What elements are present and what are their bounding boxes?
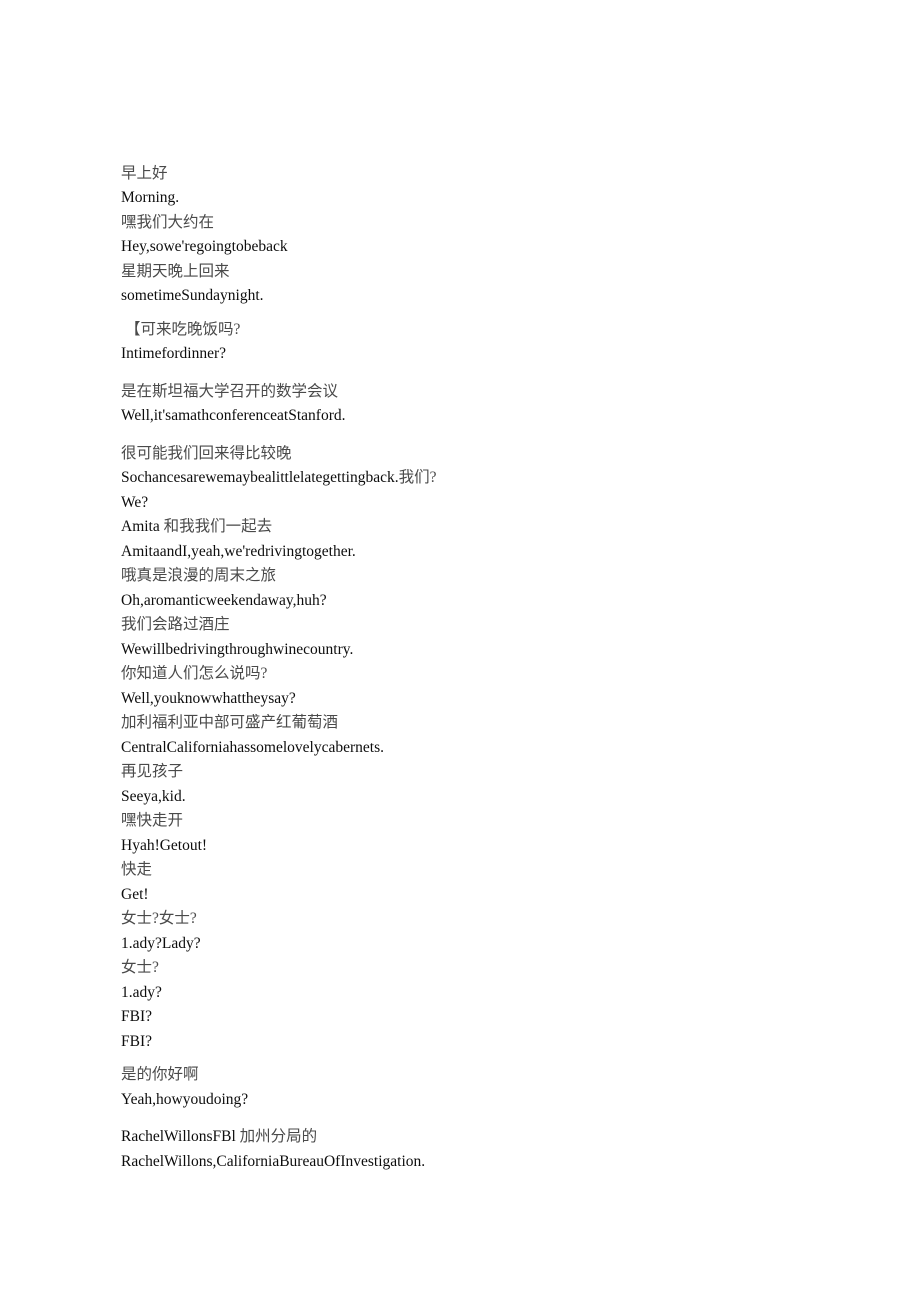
transcript-line: 很可能我们回来得比较晚 — [121, 444, 292, 462]
transcript-line: 1.ady? — [121, 983, 162, 1001]
transcript-line: 加利福利亚中部可盛产红葡萄酒 — [121, 714, 339, 731]
transcript-line: Oh,aromanticweekendaway,huh? — [121, 591, 327, 609]
transcript-line-segment: 加州分局的 — [239, 1128, 318, 1145]
transcript-line: 女士? — [121, 959, 159, 976]
transcript-line: 哦真是浪漫的周末之旅 — [121, 567, 277, 584]
transcript-line: Wewillbedrivingthroughwinecountry. — [121, 640, 354, 658]
transcript-line: 我们会路过酒庄 — [121, 616, 230, 633]
transcript-line: Amita 和我我们一起去 — [121, 515, 861, 540]
transcript-line: 快走 — [121, 861, 153, 878]
transcript-line: AmitaandI,yeah,we'redrivingtogether. — [121, 542, 356, 560]
transcript-line: Seeya,kid. — [121, 787, 186, 805]
transcript-line: 【可来吃晚饭吗? — [125, 320, 241, 338]
transcript-line: Intimefordinner? — [121, 345, 227, 362]
transcript-line: Hey,sowe'regoingtobeback — [121, 238, 288, 255]
transcript-line: 再见孩子 — [121, 763, 184, 780]
transcript-line: Well,youknowwhattheysay? — [121, 689, 296, 707]
transcript-line: 嘿我们大约在 — [121, 213, 215, 231]
transcript-body: 早上好 Morning. 嘿我们大约在 Hey,sowe'regoingtobebac… — [121, 161, 861, 1174]
transcript-line: 你知道人们怎么说吗? — [121, 665, 268, 682]
transcript-line: Well,it'samathconferenceatStanford. — [121, 407, 346, 424]
transcript-line: Yeah,howyoudoing? — [121, 1090, 249, 1108]
transcript-line: Sochancesarewemaybealittlelategettingbac… — [121, 466, 861, 491]
transcript-line: Morning. — [121, 189, 180, 206]
transcript-line: 嘿快走开 — [121, 812, 184, 829]
transcript-line: Get! — [121, 885, 149, 903]
transcript-line: FBI? — [121, 1008, 152, 1025]
transcript-line-segment: Sochancesarewemaybealittlelategettingbac… — [121, 469, 399, 486]
transcript-line: FBI? — [121, 1032, 152, 1050]
transcript-line: 星期天晚上回来 — [121, 262, 230, 280]
transcript-line: 早上好 — [121, 164, 168, 182]
transcript-line: Hyah!Getout! — [121, 836, 208, 854]
transcript-line: 是的你好啊 — [121, 1066, 199, 1083]
transcript-line: sometimeSundaynight. — [121, 287, 264, 304]
transcript-line: CentralCaliforniahassomelovelycabernets. — [121, 738, 384, 756]
transcript-line: We? — [121, 493, 149, 511]
transcript-line-segment: RachelWillonsFBl — [121, 1128, 240, 1145]
transcript-line-segment: Amita — [121, 518, 164, 535]
transcript-line-segment: 和我我们一起去 — [163, 518, 273, 535]
transcript-line: 女士?女士? — [121, 910, 197, 927]
transcript-line-segment: 我们? — [398, 469, 437, 486]
transcript-line: 1.ady?Lady? — [121, 934, 201, 952]
transcript-line: 是在斯坦福大学召开的数学会议 — [121, 382, 339, 400]
transcript-line: RachelWillonsFBl 加州分局的 — [121, 1125, 861, 1150]
transcript-line: RachelWillons,CaliforniaBureauOfInvestig… — [121, 1152, 426, 1170]
